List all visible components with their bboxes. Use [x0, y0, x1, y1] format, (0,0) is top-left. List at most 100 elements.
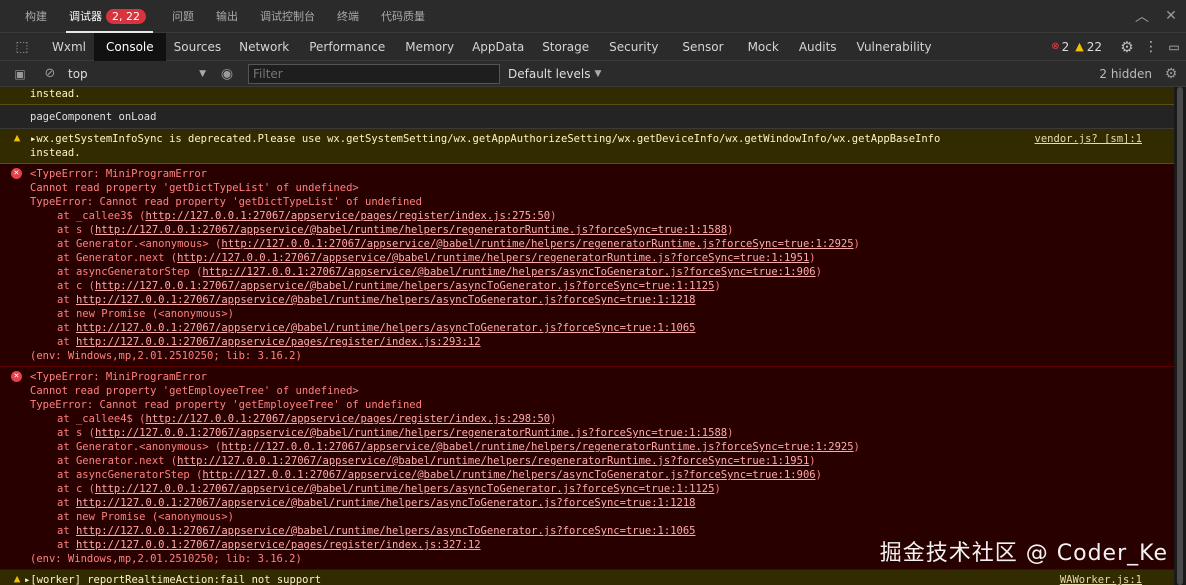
stack-link[interactable]: http://127.0.0.1:27067/appservice/@babel…	[221, 238, 853, 250]
stack-link[interactable]: http://127.0.0.1:27067/appservice/@babel…	[76, 497, 696, 509]
stack-frame: at asyncGeneratorStep (http://127.0.0.1:…	[57, 469, 822, 481]
error-icon: ✕	[11, 168, 22, 179]
chevron-down-icon: ▼	[594, 68, 602, 79]
tab-sensor[interactable]: Sensor	[668, 33, 737, 61]
stack-link[interactable]: http://127.0.0.1:27067/appservice/@babel…	[177, 455, 809, 467]
more-options-icon[interactable]: ⋮	[1140, 39, 1162, 55]
stack-link[interactable]: http://127.0.0.1:27067/appservice/@babel…	[202, 266, 815, 278]
stack-frame: at Generator.next (http://127.0.0.1:2706…	[57, 252, 816, 264]
error-line: <TypeError: MiniProgramError	[30, 168, 208, 180]
scrollbar-thumb[interactable]	[1177, 87, 1183, 585]
console-log: pageComponent onLoad	[0, 105, 1186, 129]
stack-frame: at http://127.0.0.1:27067/appservice/pag…	[57, 336, 481, 348]
tab-sources[interactable]: Sources	[166, 33, 229, 61]
filter-input[interactable]	[248, 63, 500, 84]
hidden-count: 2 hidden	[1099, 66, 1152, 81]
log-levels-dropdown[interactable]: Default levels ▼	[508, 67, 601, 81]
tab-audits[interactable]: Audits	[789, 33, 847, 61]
stack-frame: at _callee3$ (http://127.0.0.1:27067/app…	[57, 210, 557, 222]
tab-network[interactable]: Network	[229, 33, 299, 61]
tab-code-quality[interactable]: 代码质量	[370, 0, 436, 33]
stack-frame: at c (http://127.0.0.1:27067/appservice/…	[57, 483, 721, 495]
message-text[interactable]: ▸[worker] reportRealtimeAction:fail not …	[24, 573, 1186, 585]
tab-storage[interactable]: Storage	[532, 33, 599, 61]
log-levels-label: Default levels	[508, 66, 591, 81]
message-text[interactable]: ▸wx.getSystemInfoSync is deprecated.Plea…	[30, 132, 1186, 146]
chevron-up-icon[interactable]: ︿	[1128, 6, 1156, 26]
console-messages: instead. pageComponent onLoad ▲ ▸wx.getS…	[0, 87, 1186, 585]
tab-wxml[interactable]: Wxml	[44, 33, 94, 61]
error-line: <TypeError: MiniProgramError	[30, 371, 208, 383]
stack-link[interactable]: http://127.0.0.1:27067/appservice/@babel…	[76, 322, 696, 334]
context-selector[interactable]: top ▼	[68, 67, 206, 81]
inspect-element-icon[interactable]: ⬚	[0, 39, 44, 55]
message-text: pageComponent onLoad	[30, 111, 157, 123]
stack-link[interactable]: http://127.0.0.1:27067/appservice/@babel…	[95, 483, 715, 495]
tab-appdata[interactable]: AppData	[464, 33, 532, 61]
stack-link[interactable]: http://127.0.0.1:27067/appservice/pages/…	[76, 336, 481, 348]
error-line: Cannot read property 'getDictTypeList' o…	[30, 182, 359, 194]
warning-icon: ▲	[13, 131, 21, 144]
chevron-down-icon: ▼	[199, 68, 206, 79]
error-line: TypeError: Cannot read property 'getEmpl…	[30, 399, 422, 411]
stack-link[interactable]: http://127.0.0.1:27067/appservice/@babel…	[95, 280, 715, 292]
devtools-panel-tabs: ⬚ Wxml Console Sources Network Performan…	[0, 32, 1186, 61]
error-line: TypeError: Cannot read property 'getDict…	[30, 196, 422, 208]
env-info: (env: Windows,mp,2.01.2510250; lib: 3.16…	[30, 350, 302, 362]
stack-frame: at new Promise (<anonymous>)	[57, 308, 235, 320]
stack-link[interactable]: http://127.0.0.1:27067/appservice/pages/…	[146, 210, 551, 222]
tab-console[interactable]: Console	[94, 32, 166, 61]
warning-count: 22	[1086, 39, 1102, 54]
message-text: instead.	[30, 147, 81, 159]
stack-link[interactable]: http://127.0.0.1:27067/appservice/@babel…	[76, 525, 696, 537]
stack-frame: at c (http://127.0.0.1:27067/appservice/…	[57, 280, 721, 292]
clear-console-icon[interactable]: ⊘	[40, 66, 60, 81]
stack-link[interactable]: http://127.0.0.1:27067/appservice/@babel…	[76, 294, 696, 306]
tab-security[interactable]: Security	[599, 33, 668, 61]
stack-link[interactable]: http://127.0.0.1:27067/appservice/@babel…	[221, 441, 853, 453]
tab-debugger-label: 调试器	[69, 10, 102, 23]
stack-frame: at http://127.0.0.1:27067/appservice/@ba…	[57, 497, 696, 509]
stack-frame: at asyncGeneratorStep (http://127.0.0.1:…	[57, 266, 822, 278]
error-count-icon[interactable]: ⊗	[1051, 41, 1059, 52]
tab-output[interactable]: 输出	[205, 0, 249, 33]
console-settings-icon[interactable]: ⚙	[1160, 66, 1182, 82]
tab-mock[interactable]: Mock	[738, 33, 789, 61]
error-icon: ✕	[11, 371, 22, 382]
tab-debug-console[interactable]: 调试控制台	[249, 0, 326, 33]
stack-link[interactable]: http://127.0.0.1:27067/appservice/@babel…	[95, 224, 727, 236]
sidebar-toggle-icon[interactable]: ▣	[0, 67, 40, 81]
console-toolbar: ▣ ⊘ top ▼ ◉ Default levels ▼ 2 hidden ⚙	[0, 61, 1186, 87]
stack-frame: at http://127.0.0.1:27067/appservice/@ba…	[57, 294, 696, 306]
stack-link[interactable]: http://127.0.0.1:27067/appservice/pages/…	[146, 413, 551, 425]
tab-memory[interactable]: Memory	[395, 33, 464, 61]
stack-frame: at _callee4$ (http://127.0.0.1:27067/app…	[57, 413, 557, 425]
source-link[interactable]: WAWorker.js:1	[1060, 573, 1142, 585]
stack-link[interactable]: http://127.0.0.1:27067/appservice/@babel…	[95, 427, 727, 439]
tab-terminal[interactable]: 终端	[326, 0, 370, 33]
stack-link[interactable]: http://127.0.0.1:27067/appservice/@babel…	[177, 252, 809, 264]
stack-frame: at Generator.next (http://127.0.0.1:2706…	[57, 455, 816, 467]
debugger-count-badge: 2, 22	[106, 8, 146, 24]
stack-link[interactable]: http://127.0.0.1:27067/appservice/pages/…	[76, 539, 481, 551]
context-selector-value: top	[68, 66, 88, 81]
message-text: instead.	[30, 88, 81, 100]
source-link[interactable]: vendor.js? [sm]:1	[1035, 132, 1142, 146]
warning-count-icon[interactable]: ▲	[1075, 40, 1083, 53]
stack-link[interactable]: http://127.0.0.1:27067/appservice/@babel…	[202, 469, 815, 481]
close-icon[interactable]: ✕	[1156, 8, 1186, 24]
console-warning: ▲ ▸[worker] reportRealtimeAction:fail no…	[0, 570, 1186, 585]
console-scrollbar[interactable]	[1174, 87, 1186, 585]
tab-problems[interactable]: 问题	[161, 0, 205, 33]
dock-panel-icon[interactable]: ▭	[1162, 40, 1186, 54]
top-tab-bar: 构建 调试器 2, 22 问题 输出 调试控制台 终端 代码质量 ︿ ✕	[0, 0, 1186, 33]
tab-performance[interactable]: Performance	[299, 33, 395, 61]
eye-icon[interactable]: ◉	[206, 66, 248, 82]
settings-gear-icon[interactable]: ⚙	[1114, 38, 1140, 56]
stack-frame: at Generator.<anonymous> (http://127.0.0…	[57, 441, 860, 453]
tab-debugger[interactable]: 调试器 2, 22	[58, 0, 161, 33]
tab-vulnerability[interactable]: Vulnerability	[847, 33, 942, 61]
stack-frame: at Generator.<anonymous> (http://127.0.0…	[57, 238, 860, 250]
console-warning: ▲ ▸wx.getSystemInfoSync is deprecated.Pl…	[0, 129, 1186, 164]
tab-build[interactable]: 构建	[14, 0, 58, 33]
